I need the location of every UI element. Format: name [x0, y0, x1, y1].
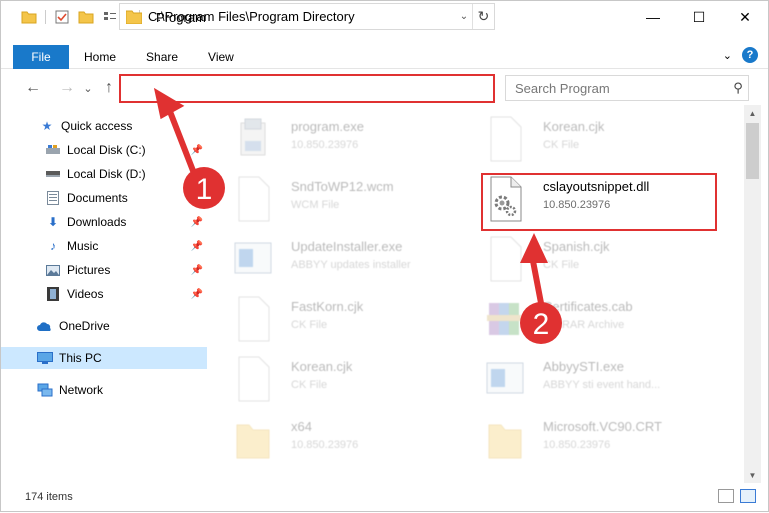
pin-icon[interactable]: 📌	[191, 217, 203, 228]
drive-icon	[45, 166, 61, 182]
file-item[interactable]: AbbyySTI.exe ABBYY sti event hand...	[475, 349, 715, 405]
refresh-icon[interactable]: ↻	[472, 4, 494, 29]
sidebar-item-documents[interactable]: Documents 📌	[1, 187, 207, 209]
sidebar-item-network[interactable]: Network	[1, 379, 207, 401]
sidebar-item-pictures[interactable]: Pictures 📌	[1, 259, 207, 281]
pin-icon[interactable]: 📌	[191, 265, 203, 276]
sidebar-item-local-disk-d[interactable]: Local Disk (D:)	[1, 163, 207, 185]
archive-icon	[487, 303, 521, 335]
back-button[interactable]: ←	[21, 76, 45, 100]
network-icon	[37, 382, 53, 398]
file-item[interactable]: Certificates.cab WinRAR Archive	[475, 289, 715, 345]
ribbon-tabs: File Home Share View ⌄ ?	[1, 44, 768, 69]
navigation-pane: ★ Quick access Local Disk (C:) 📌 Local D…	[1, 111, 209, 481]
star-icon: ★	[41, 119, 53, 133]
file-item[interactable]: SndToWP12.wcm WCM File	[223, 169, 463, 225]
file-item[interactable]: FastKorn.cjk CK File	[223, 289, 463, 345]
videos-icon	[45, 286, 61, 302]
expand-ribbon-icon[interactable]: ⌄	[723, 49, 732, 62]
file-item[interactable]: Spanish.cjk CK File	[475, 229, 715, 285]
address-path[interactable]: C:\Program Files\Program Directory	[148, 9, 456, 24]
vertical-scrollbar[interactable]: ▲ ▼	[744, 105, 761, 483]
recent-locations-button[interactable]: ⌄	[81, 76, 95, 100]
blank-file-icon	[238, 296, 270, 342]
folder-icon	[236, 424, 270, 459]
minimize-button[interactable]: —	[630, 1, 676, 33]
blank-file-icon	[238, 356, 270, 402]
forward-button[interactable]: →	[55, 76, 79, 100]
properties-icon[interactable]	[54, 9, 70, 25]
folder-icon	[488, 424, 522, 459]
computer-icon	[37, 350, 53, 366]
folder-icon	[21, 11, 37, 24]
maximize-button[interactable]: ☐	[676, 1, 722, 33]
music-icon: ♪	[50, 239, 56, 253]
item-count: 174 items	[25, 491, 73, 503]
tab-file[interactable]: File	[13, 44, 69, 69]
file-item[interactable]: program.exe 10.850.23976	[223, 109, 463, 165]
app-window-icon	[234, 242, 272, 274]
file-item[interactable]: Microsoft.VC90.CRT 10.850.23976	[475, 409, 715, 465]
new-folder-icon[interactable]	[78, 9, 94, 25]
tab-share[interactable]: Share	[131, 45, 193, 69]
blank-file-icon	[490, 236, 522, 282]
folder-icon	[126, 10, 142, 24]
address-dropdown-icon[interactable]: ⌄	[456, 11, 472, 22]
blank-file-icon	[238, 176, 270, 222]
search-icon[interactable]: ⚲	[728, 80, 748, 96]
tab-view[interactable]: View	[193, 45, 249, 69]
status-bar: 174 items	[1, 483, 768, 511]
ribbon-right-controls: ⌄ ?	[723, 47, 758, 63]
explorer-window: ▾ Program — ☐ ✕ File Home Share View ⌄ ?…	[0, 0, 769, 512]
help-icon[interactable]: ?	[742, 47, 758, 63]
customize-icon[interactable]	[102, 9, 118, 25]
downloads-icon: ⬇	[47, 215, 59, 229]
divider	[45, 10, 46, 24]
details-view-icon[interactable]	[718, 489, 734, 503]
up-button[interactable]: ↑	[97, 76, 121, 100]
tab-home[interactable]: Home	[69, 45, 131, 69]
blank-file-icon	[490, 116, 522, 162]
file-item[interactable]: x64 10.850.23976	[223, 409, 463, 465]
scroll-thumb[interactable]	[746, 123, 759, 179]
drive-icon	[45, 142, 61, 158]
sidebar-item-music[interactable]: ♪ Music 📌	[1, 235, 207, 257]
search-input[interactable]: Search Program	[515, 81, 728, 96]
app-window-icon	[486, 362, 524, 394]
file-highlight-box	[481, 173, 717, 231]
sidebar-item-videos[interactable]: Videos 📌	[1, 283, 207, 305]
large-icons-view-icon[interactable]	[740, 489, 756, 503]
pin-icon[interactable]: 📌	[191, 289, 203, 300]
search-box[interactable]: Search Program ⚲	[505, 75, 749, 101]
sidebar-item-downloads[interactable]: ⬇ Downloads 📌	[1, 211, 207, 233]
file-list: program.exe 10.850.23976 Korean.cjk CK F…	[223, 105, 743, 475]
file-item[interactable]: Korean.cjk CK File	[475, 109, 715, 165]
pictures-icon	[45, 262, 61, 278]
sidebar-item-this-pc[interactable]: This PC	[1, 347, 207, 369]
pin-icon[interactable]: 📌	[191, 193, 203, 204]
close-button[interactable]: ✕	[722, 1, 768, 33]
installer-icon	[240, 118, 266, 156]
cloud-icon	[37, 318, 53, 334]
sidebar-item-quick-access[interactable]: ★ Quick access	[1, 115, 207, 137]
file-item[interactable]: UpdateInstaller.exe ABBYY updates instal…	[223, 229, 463, 285]
scroll-up-icon[interactable]: ▲	[744, 105, 761, 121]
address-bar[interactable]: C:\Program Files\Program Directory ⌄ ↻	[119, 3, 495, 30]
window-controls: — ☐ ✕	[630, 1, 768, 33]
view-toggle	[718, 489, 756, 503]
sidebar-item-onedrive[interactable]: OneDrive	[1, 315, 207, 337]
address-highlight-box	[119, 74, 495, 103]
scroll-down-icon[interactable]: ▼	[744, 467, 761, 483]
file-item[interactable]: Korean.cjk CK File	[223, 349, 463, 405]
pin-icon[interactable]: 📌	[191, 145, 203, 156]
sidebar-item-local-disk-c[interactable]: Local Disk (C:) 📌	[1, 139, 207, 161]
documents-icon	[45, 190, 61, 206]
pin-icon[interactable]: 📌	[191, 241, 203, 252]
